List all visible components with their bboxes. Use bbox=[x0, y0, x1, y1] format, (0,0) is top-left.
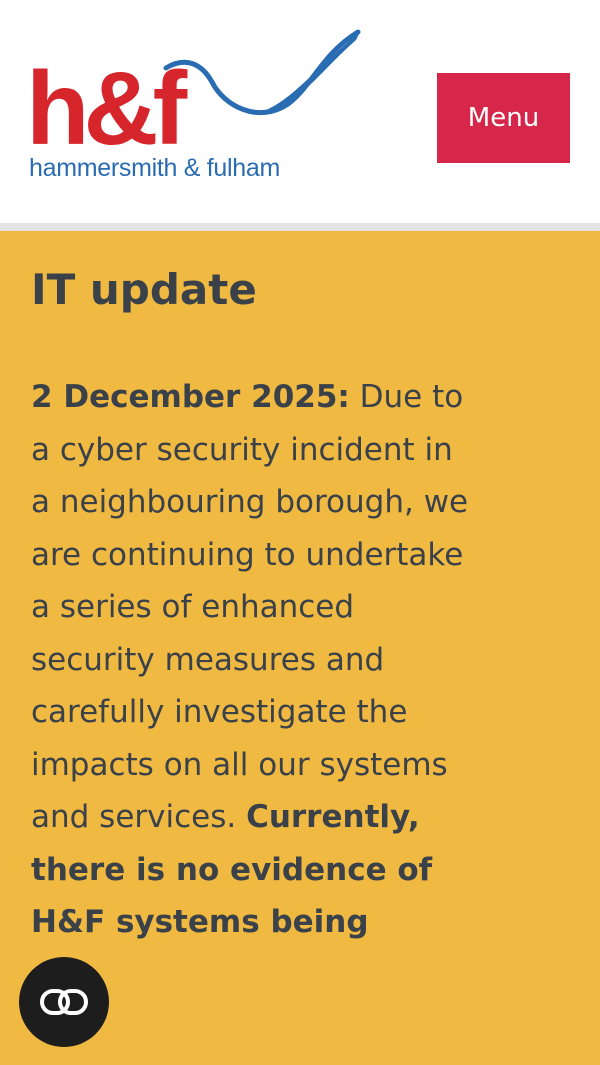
it-update-alert: IT update 2 December 2025: Due to a cybe… bbox=[0, 231, 600, 1065]
chat-icon bbox=[40, 989, 88, 1015]
chat-button[interactable] bbox=[19, 957, 109, 1047]
header-divider bbox=[0, 223, 600, 231]
alert-message: Due to a cyber security incident in a ne… bbox=[31, 379, 469, 835]
menu-button[interactable]: Menu bbox=[437, 73, 570, 163]
alert-date: 2 December 2025: bbox=[31, 379, 350, 415]
alert-title: IT update bbox=[31, 265, 257, 314]
alert-body: 2 December 2025: Due to a cyber security… bbox=[31, 371, 471, 949]
logo-mark-text: h&f bbox=[26, 51, 188, 156]
site-logo[interactable]: h&f hammersmith & fulham bbox=[26, 26, 366, 191]
site-header: h&f hammersmith & fulham Menu bbox=[0, 0, 600, 223]
hf-logo-graphic: h&f bbox=[26, 29, 361, 156]
logo-subtitle: hammersmith & fulham bbox=[29, 154, 281, 182]
logo-swoosh bbox=[163, 29, 361, 116]
